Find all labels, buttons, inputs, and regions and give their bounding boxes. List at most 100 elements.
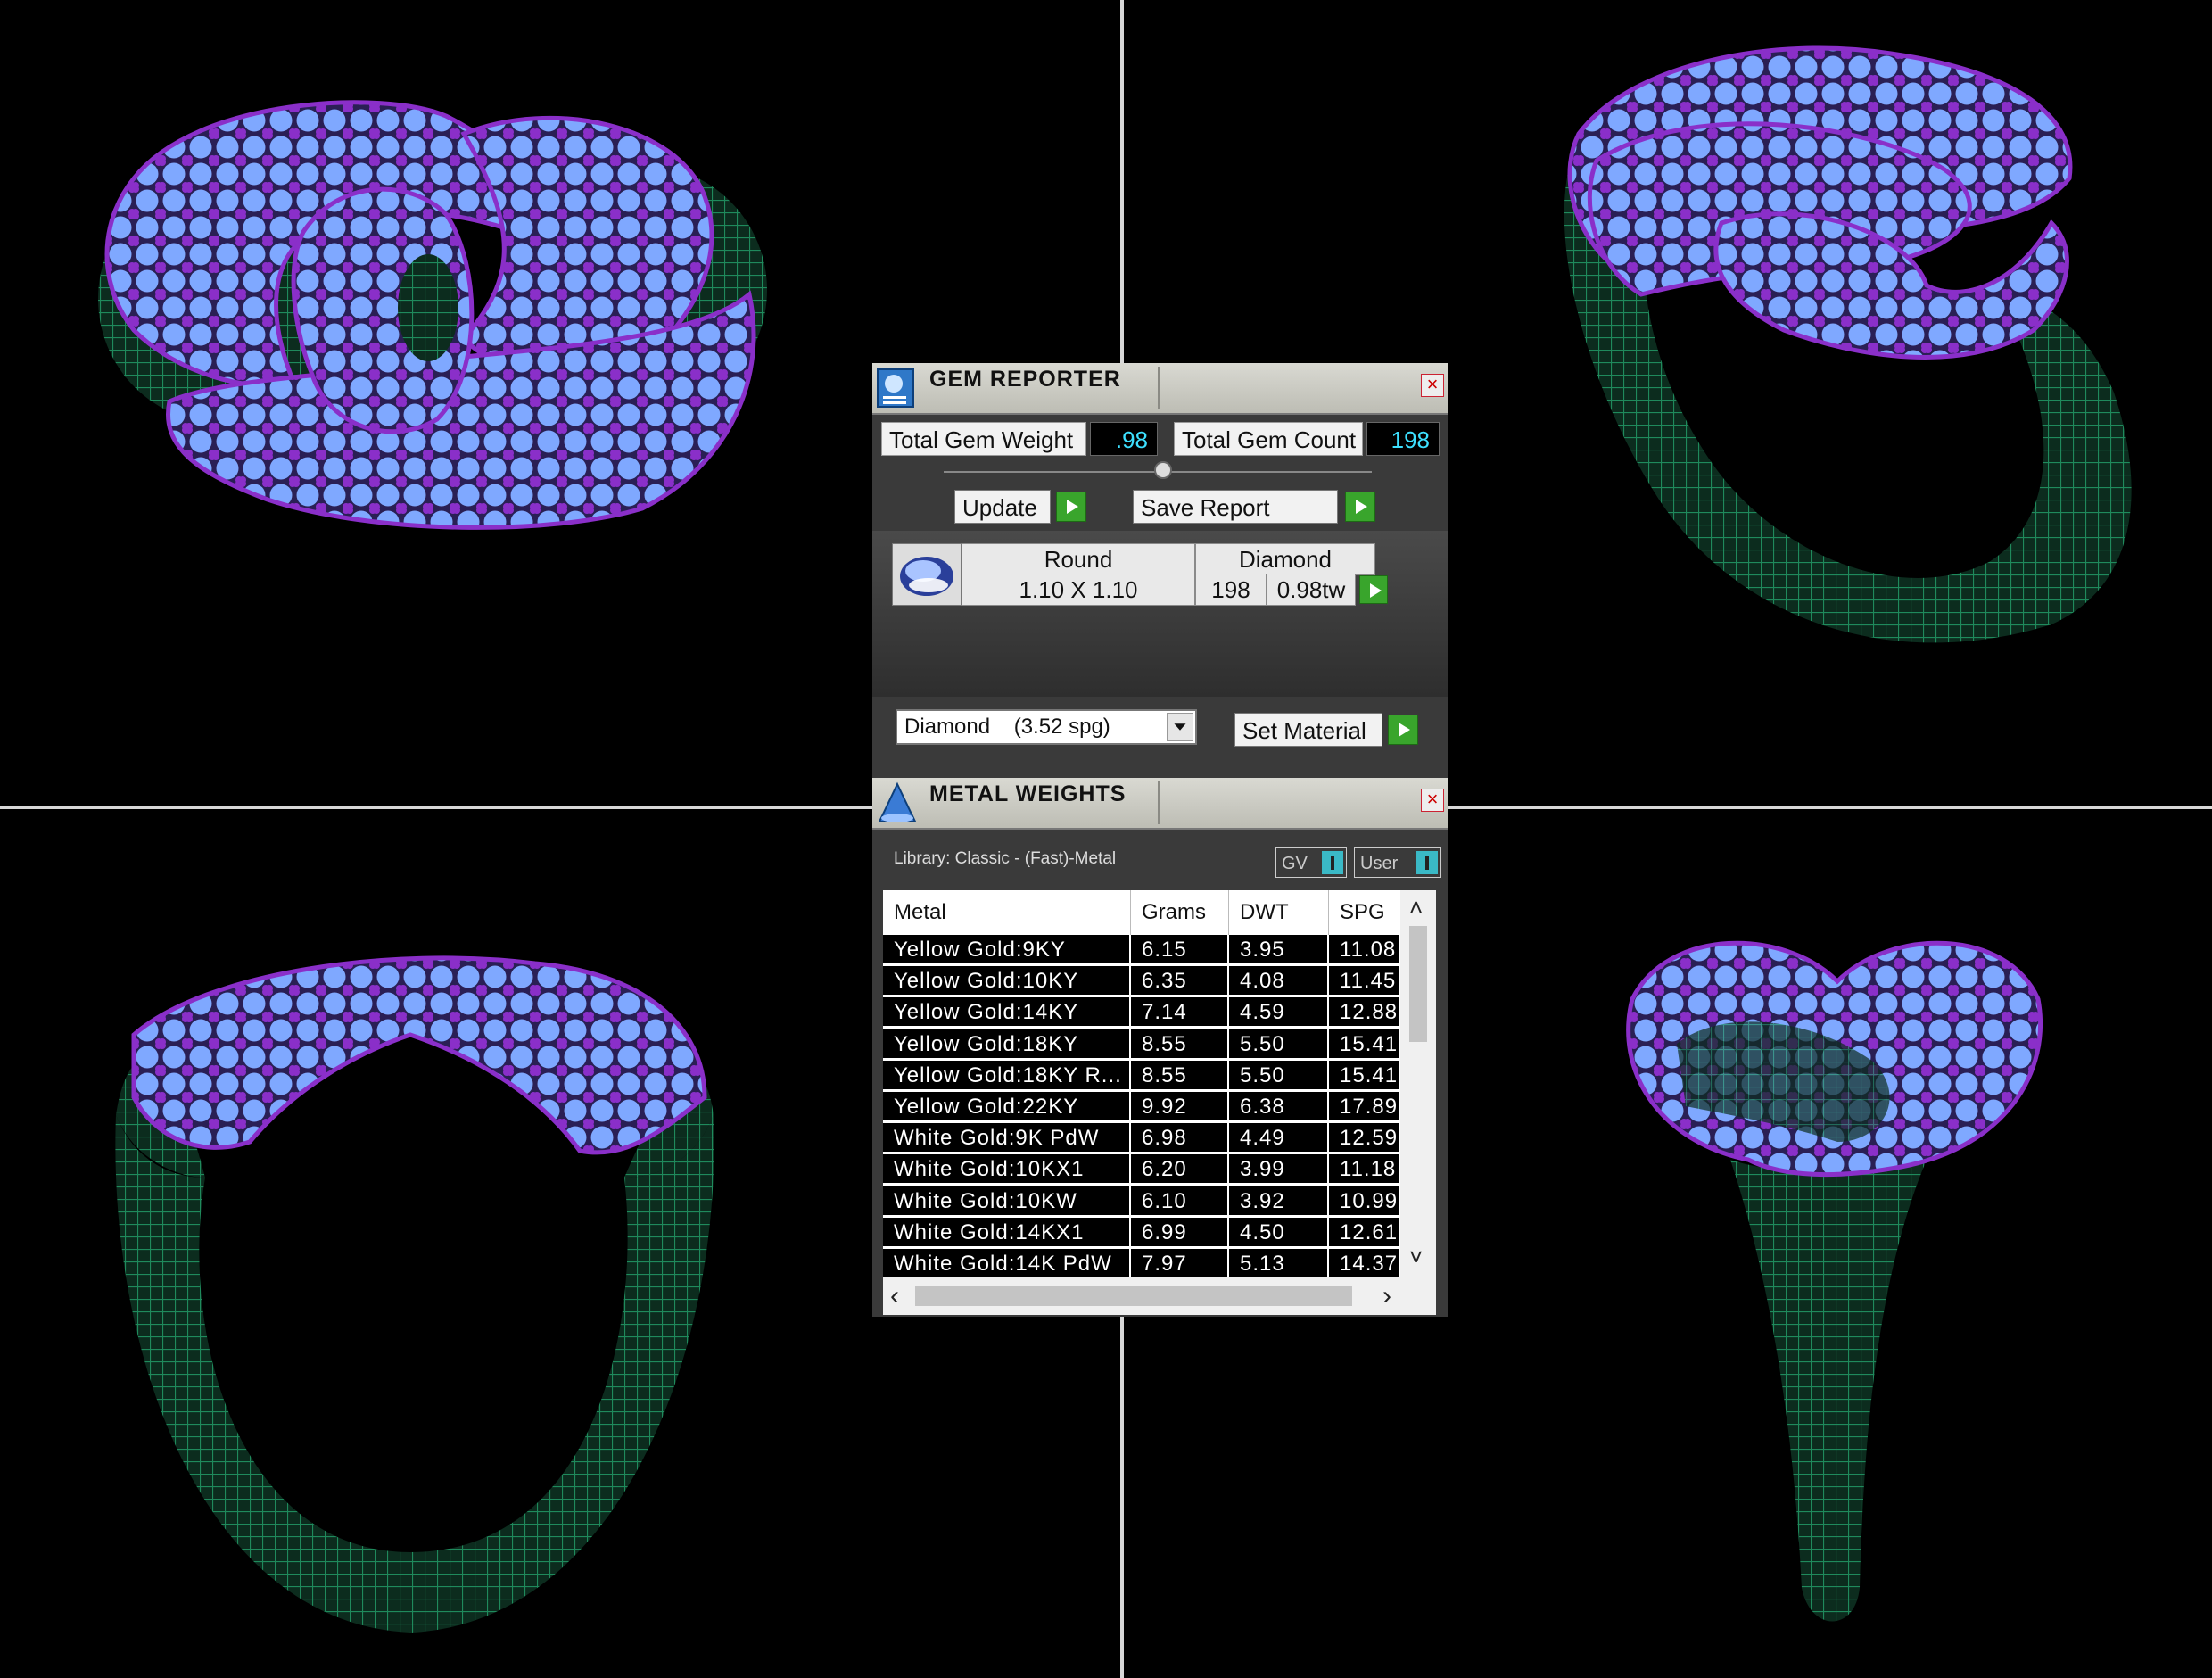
spg-cell: 14.37: [1329, 1249, 1399, 1277]
round-diamond-icon: [900, 557, 953, 596]
column-header-spg[interactable]: SPG: [1329, 890, 1400, 935]
gem-reporter-titlebar[interactable]: GEM REPORTER ×: [872, 363, 1448, 415]
save-report-button[interactable]: Save Report: [1133, 490, 1338, 524]
ring-view-front: [115, 955, 714, 1633]
spg-cell: 12.61: [1329, 1217, 1399, 1246]
gv-toggle-icon: [1322, 851, 1343, 874]
grams-cell: 9.92: [1131, 1092, 1227, 1120]
metal-name-cell: Yellow Gold:14KY: [883, 997, 1129, 1027]
spg-cell: 17.89: [1329, 1092, 1399, 1120]
update-button[interactable]: Update: [954, 490, 1051, 524]
gem-thumbnail[interactable]: [892, 543, 962, 606]
library-label: Library: Classic - (Fast)-Metal: [894, 849, 1117, 868]
spg-cell: 12.88: [1329, 997, 1399, 1027]
gem-reporter-close-icon[interactable]: ×: [1421, 374, 1444, 397]
gem-material-cell: Diamond: [1195, 543, 1375, 575]
dwt-cell: 4.59: [1229, 997, 1327, 1027]
grams-cell: 6.99: [1131, 1217, 1227, 1246]
grams-cell: 6.20: [1131, 1154, 1227, 1184]
column-header-grams[interactable]: Grams: [1131, 890, 1229, 935]
table-row[interactable]: White Gold:9K PdW 6.98 4.49 12.59: [883, 1123, 1400, 1153]
grams-cell: 7.97: [1131, 1249, 1227, 1277]
metal-weights-title: METAL WEIGHTS: [929, 781, 1127, 806]
dwt-cell: 5.50: [1229, 1060, 1327, 1089]
table-row[interactable]: White Gold:14KX1 6.99 4.50 12.61: [883, 1217, 1400, 1248]
metal-name-cell: White Gold:9K PdW: [883, 1123, 1129, 1153]
metal-name-cell: Yellow Gold:18KY R...: [883, 1060, 1129, 1089]
horizontal-scroll-thumb[interactable]: [915, 1286, 1352, 1306]
table-row[interactable]: Yellow Gold:18KY 8.55 5.50 15.41: [883, 1029, 1400, 1060]
metal-name-cell: White Gold:14K PdW: [883, 1249, 1129, 1277]
spg-cell: 11.18: [1329, 1154, 1399, 1184]
gem-count-cell: 198: [1195, 574, 1267, 606]
scroll-up-icon[interactable]: ˄: [1409, 894, 1423, 922]
metal-name-cell: Yellow Gold:10KY: [883, 966, 1129, 996]
dwt-cell: 4.50: [1229, 1217, 1327, 1246]
table-row[interactable]: White Gold:10KX1 6.20 3.99 11.18: [883, 1154, 1400, 1185]
metal-rows: Yellow Gold:9KY 6.15 3.95 11.08 Yellow Gold:…: [883, 935, 1400, 1277]
ring-view-top: [98, 100, 767, 530]
ring-view-side: [1626, 940, 2043, 1622]
metal-name-cell: Yellow Gold:9KY: [883, 935, 1129, 963]
scroll-left-icon[interactable]: ‹: [890, 1281, 899, 1311]
table-row[interactable]: Yellow Gold:22KY 9.92 6.38 17.89: [883, 1092, 1400, 1122]
table-row[interactable]: Yellow Gold:18KY R... 8.55 5.50 15.41: [883, 1060, 1400, 1091]
table-row[interactable]: Yellow Gold:9KY 6.15 3.95 11.08: [883, 935, 1400, 965]
table-row[interactable]: White Gold:10KW 6.10 3.92 10.99: [883, 1186, 1400, 1217]
gem-weight-cell: 0.98tw: [1267, 574, 1356, 606]
spg-cell: 15.41: [1329, 1029, 1399, 1058]
gem-row-play-icon[interactable]: [1359, 575, 1388, 604]
set-material-play-icon[interactable]: [1388, 715, 1418, 745]
total-gem-weight-value: .98: [1090, 422, 1158, 456]
metal-name-cell: White Gold:10KX1: [883, 1154, 1129, 1184]
scroll-right-icon[interactable]: ›: [1382, 1281, 1391, 1311]
user-toggle[interactable]: User: [1354, 847, 1441, 878]
gv-toggle[interactable]: GV: [1275, 847, 1347, 878]
scroll-down-icon[interactable]: ˅: [1409, 1244, 1423, 1271]
dwt-cell: 4.08: [1229, 966, 1327, 996]
grams-cell: 6.10: [1131, 1186, 1227, 1215]
dwt-cell: 5.50: [1229, 1029, 1327, 1058]
set-material-button[interactable]: Set Material: [1234, 713, 1382, 747]
table-row[interactable]: Yellow Gold:14KY 7.14 4.59 12.88: [883, 997, 1400, 1028]
spg-cell: 15.41: [1329, 1060, 1399, 1089]
titlebar-separator: [1158, 367, 1160, 409]
user-toggle-label: User: [1360, 854, 1399, 873]
vertical-scroll-thumb[interactable]: [1409, 926, 1427, 1042]
grams-cell: 8.55: [1131, 1060, 1227, 1089]
gem-shape-cell: Round: [962, 543, 1195, 575]
metal-weights-panel: METAL WEIGHTS × Library: Classic - (Fast…: [872, 778, 1448, 1317]
total-gem-weight-label: Total Gem Weight: [881, 422, 1086, 456]
metal-name-cell: Yellow Gold:22KY: [883, 1092, 1129, 1120]
total-gem-count-label: Total Gem Count: [1174, 422, 1363, 456]
spg-cell: 10.99: [1329, 1186, 1399, 1215]
grams-cell: 6.15: [1131, 935, 1227, 963]
material-select-value: Diamond (3.52 spg): [904, 715, 1110, 739]
metal-name-cell: White Gold:14KX1: [883, 1217, 1129, 1246]
chevron-down-icon[interactable]: [1167, 713, 1193, 741]
spg-cell: 12.59: [1329, 1123, 1399, 1153]
spg-cell: 11.08: [1329, 935, 1399, 963]
column-header-dwt[interactable]: DWT: [1229, 890, 1329, 935]
gem-size-cell: 1.10 X 1.10: [962, 574, 1195, 606]
vertical-scrollbar[interactable]: ˄ ˅: [1400, 890, 1436, 1277]
table-row[interactable]: Yellow Gold:10KY 6.35 4.08 11.45: [883, 966, 1400, 996]
horizontal-scrollbar[interactable]: ‹ ›: [883, 1277, 1436, 1315]
update-play-icon[interactable]: [1056, 492, 1086, 522]
metal-weights-titlebar[interactable]: METAL WEIGHTS ×: [872, 778, 1448, 830]
metal-weights-close-icon[interactable]: ×: [1421, 789, 1444, 812]
dwt-cell: 3.99: [1229, 1154, 1327, 1184]
save-report-play-icon[interactable]: [1345, 492, 1375, 522]
dwt-cell: 4.49: [1229, 1123, 1327, 1153]
grams-cell: 7.14: [1131, 997, 1227, 1027]
metal-table: Metal Grams DWT SPG Yellow Gold:9KY 6.15 3…: [883, 890, 1436, 1315]
splitter-handle-icon[interactable]: [1154, 461, 1172, 479]
grams-cell: 6.98: [1131, 1123, 1227, 1153]
dwt-cell: 5.13: [1229, 1249, 1327, 1277]
table-row[interactable]: White Gold:14K PdW 7.97 5.13 14.37: [883, 1249, 1400, 1277]
titlebar-separator: [1158, 781, 1160, 824]
grams-cell: 6.35: [1131, 966, 1227, 996]
column-header-metal[interactable]: Metal: [883, 890, 1131, 935]
gem-reporter-icon: [877, 368, 914, 408]
material-select[interactable]: Diamond (3.52 spg): [896, 709, 1197, 745]
